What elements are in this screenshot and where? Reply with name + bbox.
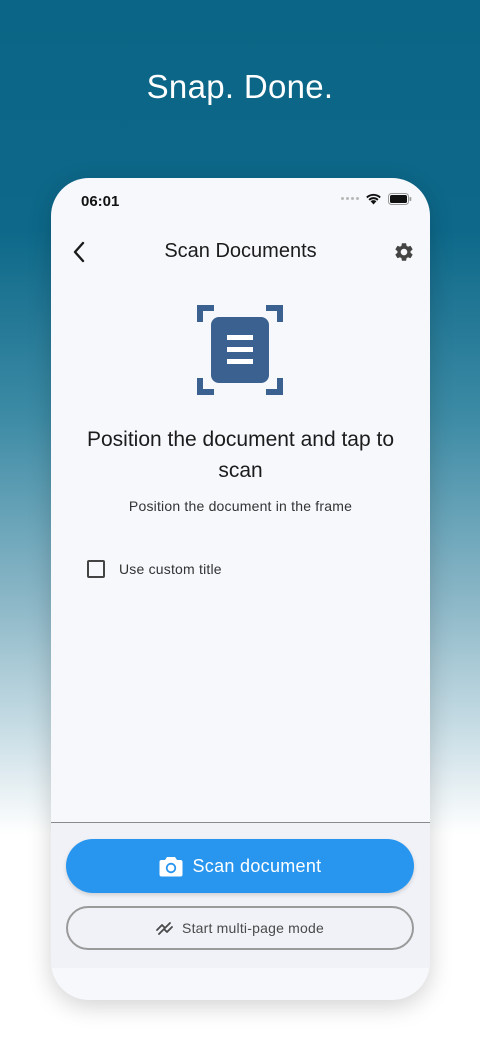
subtitle: Position the document in the frame [128, 498, 353, 514]
scan-document-button[interactable]: Scan document [66, 839, 414, 893]
custom-title-checkbox[interactable] [87, 560, 105, 578]
app-title: Scan Documents [164, 240, 317, 262]
gear-icon [395, 243, 413, 261]
settings-button[interactable] [390, 238, 418, 266]
app-bar: Scan Documents [51, 228, 430, 276]
battery-icon [388, 192, 412, 205]
camera-icon [159, 856, 182, 876]
action-panel: Scan document Start multi-page mode [51, 822, 430, 968]
status-bar: 06:01 [51, 178, 430, 224]
custom-title-label: Use custom title [119, 561, 222, 577]
status-time: 06:01 [81, 193, 120, 210]
phone-frame: 06:01 Scan Documents Position the docume… [51, 178, 430, 1000]
scan-document-label: Scan document [192, 855, 322, 876]
wifi-icon [366, 193, 381, 205]
start-multipage-button[interactable]: Start multi-page mode [66, 906, 414, 950]
promo-headline: Snap. Done. [146, 68, 334, 105]
main-title: Position the document and tap to scan [86, 428, 395, 482]
signal-icon [341, 197, 359, 200]
start-multipage-label: Start multi-page mode [182, 920, 324, 936]
promo-screen: Snap. Done. 06:01 Scan Documents Positio… [0, 0, 480, 1043]
multi-page-icon [156, 922, 173, 935]
custom-title-option[interactable]: Use custom title [87, 560, 222, 578]
document-scan-icon [197, 305, 283, 395]
status-icons [341, 192, 412, 205]
